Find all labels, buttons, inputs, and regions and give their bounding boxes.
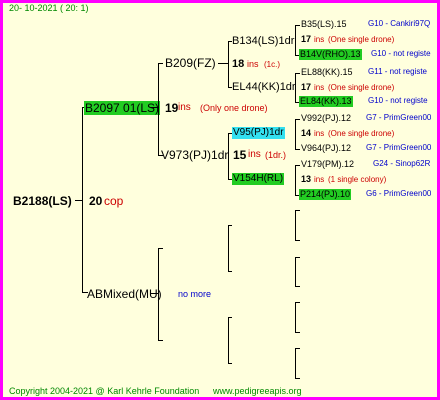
gen2-v973-ins-number: 15 — [233, 148, 247, 162]
gen4-item-2-ins-unit: ins — [314, 83, 325, 92]
date-stamp: 20- 10-2021 ( 20: 1) — [9, 3, 89, 13]
gen3-b134-ins-unit: ins — [247, 59, 259, 69]
gen4-item-5-extra: G7 - PrimGreen00 — [366, 143, 432, 152]
site-link[interactable]: www.pedigreeapis.org — [213, 387, 302, 396]
gen2-v973-note: (1dr.) — [265, 150, 287, 160]
gen4-item-4-ins-unit: ins — [314, 129, 325, 138]
gen1-lower-note: no more — [178, 289, 212, 299]
gen3-v154-id[interactable]: V154H(RL) — [232, 173, 285, 185]
gen4-item-3-extra: G10 - not registe — [368, 96, 428, 105]
gen3-el44-id[interactable]: EL44(KK)1dr — [232, 82, 296, 93]
gen4-item-5-id[interactable]: V964(PJ).12 — [301, 144, 351, 153]
gen2-v973-id[interactable]: V973(PJ)1dr — [161, 149, 228, 161]
gen1-upper-ins-number: 19 — [165, 101, 179, 115]
gen4-item-4-id[interactable]: V992(PJ).12 — [301, 114, 351, 123]
root-ins-number: 20 — [89, 194, 103, 208]
gen1-lower-id[interactable]: ABMixed(MU) — [87, 288, 162, 300]
gen4-item-4-note: (One single drone) — [328, 129, 395, 138]
gen3-b134-note: (1c.) — [264, 60, 280, 69]
gen4-item-7-extra: G6 - PrimGreen00 — [366, 189, 432, 198]
gen2-b209-id[interactable]: B209(FZ) — [165, 57, 216, 69]
gen4-item-3-id[interactable]: EL84(KK).13 — [299, 96, 353, 107]
gen3-b134-id[interactable]: B134(LS)1dr — [232, 36, 294, 47]
gen4-item-6-ins-unit: ins — [314, 175, 325, 184]
gen2-v973-ins-unit: ins — [248, 149, 261, 160]
copyright-text: Copyright 2004-2021 @ Karl Kehrle Founda… — [9, 386, 200, 396]
root-queen-id[interactable]: B2188(LS) — [13, 195, 72, 207]
gen4-item-6-ins-number: 13 — [301, 174, 312, 184]
gen4-item-0-extra: G10 - Cankiri97Q — [368, 19, 431, 28]
gen1-upper-note: (Only one drone) — [200, 103, 268, 113]
pedigree-frame: 20- 10-2021 ( 20: 1) B2188(LS) 20 cop B2… — [0, 0, 440, 400]
gen4-item-7-id[interactable]: P214(PJ).10 — [299, 189, 352, 200]
gen4-item-4-ins-number: 14 — [301, 128, 312, 138]
gen2-lower-bracket — [158, 248, 159, 341]
gen3-b134-ins-number: 18 — [232, 58, 245, 70]
gen4-item-0-note: (One single drone) — [328, 35, 395, 44]
gen4-item-2-extra: G11 - not registe — [368, 67, 427, 76]
gen3-v95-id[interactable]: V95(PJ)1dr — [232, 127, 285, 139]
gen4-item-4-extra: G7 - PrimGreen00 — [366, 113, 432, 122]
gen1-upper-ins-unit: ins — [178, 102, 191, 113]
gen4-item-0-ins-number: 17 — [301, 34, 312, 44]
gen4-item-0-ins-unit: ins — [314, 35, 325, 44]
root-ins-unit: cop — [104, 194, 124, 208]
gen4-item-1-id[interactable]: B14V(RHO).13 — [299, 49, 362, 60]
gen4-item-2-ins-number: 17 — [301, 82, 312, 92]
gen4-item-2-id[interactable]: EL88(KK).15 — [301, 68, 353, 77]
gen4-item-6-note: (1 single colony) — [328, 175, 387, 184]
gen1-upper-id[interactable]: B2097 01(LS) — [84, 101, 161, 115]
gen4-item-2-note: (One single drone) — [328, 83, 395, 92]
gen4-item-0-id[interactable]: B35(LS).15 — [301, 20, 347, 29]
gen4-item-1-extra: G10 - not registe — [371, 49, 431, 58]
gen4-item-6-extra: G24 - Sinop62R — [373, 159, 431, 168]
gen2-upper-bracket — [158, 63, 159, 156]
gen4-item-6-id[interactable]: V179(PM).12 — [301, 160, 354, 169]
